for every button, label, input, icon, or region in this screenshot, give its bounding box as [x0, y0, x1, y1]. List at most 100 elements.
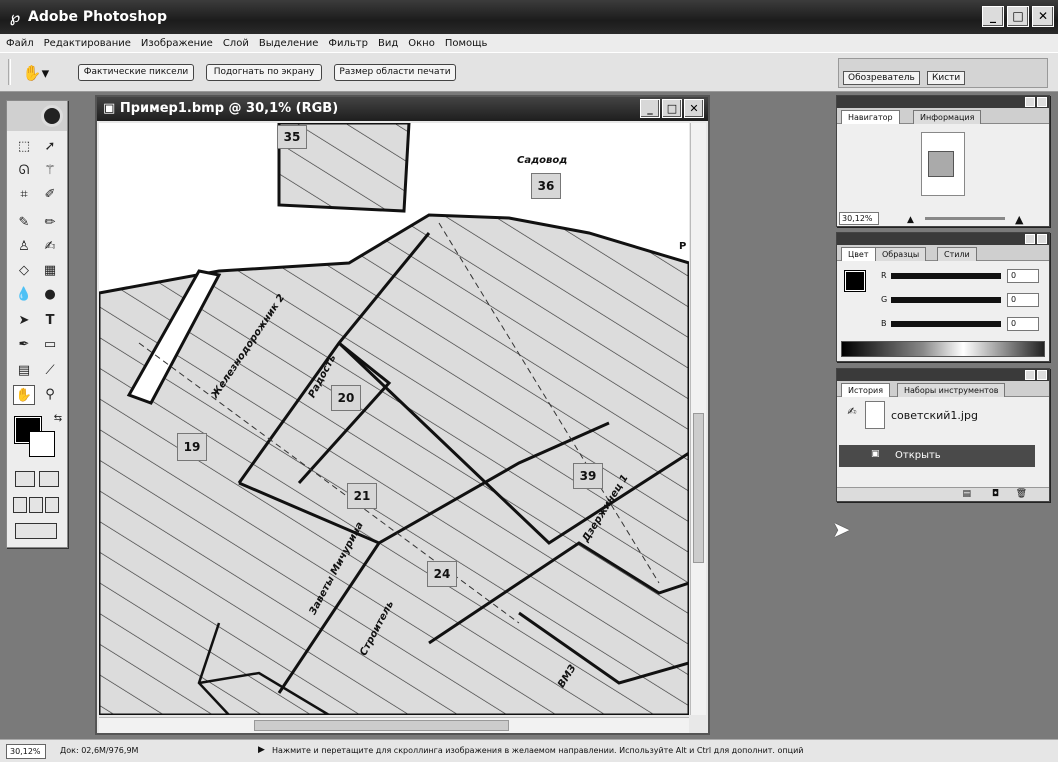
navigator-close-button[interactable]: [1037, 97, 1047, 107]
clone-stamp-tool-icon[interactable]: ♙: [13, 237, 35, 257]
navigator-thumbnail[interactable]: [921, 132, 965, 196]
history-source-brush-icon[interactable]: ✍: [841, 405, 863, 423]
pen-tool-icon[interactable]: ✒: [13, 335, 35, 355]
move-tool-icon[interactable]: ➚: [39, 137, 61, 157]
tab-actions[interactable]: Наборы инструментов: [897, 383, 1006, 397]
gradient-tool-icon[interactable]: ▦: [39, 261, 61, 281]
doc-maximize-button[interactable]: □: [662, 99, 682, 118]
quick-mask-button[interactable]: [39, 471, 59, 487]
menu-help[interactable]: Помощь: [445, 38, 488, 49]
doc-minimize-button[interactable]: _: [640, 99, 660, 118]
screen-mode-full-menu-button[interactable]: [29, 497, 43, 513]
color-fg-swatch[interactable]: [844, 270, 866, 292]
type-tool-icon[interactable]: T: [39, 311, 61, 331]
close-button[interactable]: ✕: [1032, 6, 1054, 27]
history-brush-tool-icon[interactable]: ✍: [39, 237, 61, 257]
trash-icon[interactable]: 🗑: [1016, 489, 1027, 499]
zoom-out-icon[interactable]: ▲: [907, 215, 914, 225]
tab-history[interactable]: История: [841, 383, 891, 397]
tab-swatches[interactable]: Образцы: [875, 247, 927, 261]
status-arrow-icon[interactable]: ▶: [258, 745, 265, 755]
brush-tool-icon[interactable]: ✏: [39, 213, 61, 233]
screen-mode-standard-button[interactable]: [13, 497, 27, 513]
menu-select[interactable]: Выделение: [259, 38, 319, 49]
background-color-swatch[interactable]: [29, 431, 55, 457]
menu-filter[interactable]: Фильтр: [328, 38, 368, 49]
status-doc-info[interactable]: Док: 02,6M/976,9M: [60, 746, 138, 755]
menu-image[interactable]: Изображение: [141, 38, 213, 49]
history-step-open[interactable]: ▣ Открыть: [839, 445, 1035, 467]
fit-screen-button[interactable]: Подогнать по экрану: [206, 64, 322, 81]
color-minimize-button[interactable]: [1025, 234, 1035, 244]
navigator-minimize-button[interactable]: [1025, 97, 1035, 107]
vertical-scroll-thumb[interactable]: [693, 413, 704, 563]
history-minimize-button[interactable]: [1025, 370, 1035, 380]
channel-r-input[interactable]: 0: [1007, 269, 1039, 283]
menu-window[interactable]: Окно: [408, 38, 435, 49]
navigator-zoom-slider[interactable]: [925, 217, 1005, 220]
history-close-button[interactable]: [1037, 370, 1047, 380]
parcel-35-label: 35: [277, 125, 307, 149]
navigator-zoom-field[interactable]: 30,12%: [839, 212, 879, 225]
status-zoom-field[interactable]: 30,12%: [6, 744, 46, 759]
color-titlebar[interactable]: [837, 233, 1049, 245]
slice-tool-icon[interactable]: ✐: [39, 185, 61, 205]
channel-g-slider[interactable]: [891, 297, 1001, 303]
adobe-online-icon[interactable]: [41, 105, 63, 127]
doc-close-button[interactable]: ✕: [684, 99, 704, 118]
dodge-tool-icon[interactable]: ●: [39, 285, 61, 305]
jump-to-imageready-button[interactable]: [15, 523, 57, 539]
standard-mode-button[interactable]: [15, 471, 35, 487]
document-horizontal-scrollbar[interactable]: [99, 717, 689, 733]
menu-view[interactable]: Вид: [378, 38, 398, 49]
tab-color[interactable]: Цвет: [841, 247, 876, 261]
blur-tool-icon[interactable]: 💧: [13, 285, 35, 305]
image-canvas[interactable]: 35 Садовод 36 Р 20 19 21 39 24 Радость Ж…: [99, 123, 689, 715]
hand-tool-icon[interactable]: ✋: [13, 385, 35, 405]
tab-file-browser[interactable]: Обозреватель: [843, 71, 920, 85]
minimize-button[interactable]: _: [982, 6, 1004, 27]
color-ramp[interactable]: [841, 341, 1045, 357]
navigator-titlebar[interactable]: [837, 96, 1049, 108]
color-close-button[interactable]: [1037, 234, 1047, 244]
print-size-button[interactable]: Размер области печати: [334, 64, 456, 81]
channel-b-input[interactable]: 0: [1007, 317, 1039, 331]
channel-r-slider[interactable]: [891, 273, 1001, 279]
zoom-tool-icon[interactable]: ⚲: [39, 385, 61, 405]
swap-colors-icon[interactable]: ⇆: [47, 409, 69, 429]
path-selection-tool-icon[interactable]: ➤: [13, 311, 35, 331]
eyedropper-tool-icon[interactable]: ⟋: [39, 361, 61, 381]
shape-tool-icon[interactable]: ▭: [39, 335, 61, 355]
maximize-button[interactable]: □: [1007, 6, 1029, 27]
history-snapshot-name[interactable]: советский1.jpg: [891, 409, 978, 422]
lasso-tool-icon[interactable]: ᘏ: [13, 161, 35, 181]
eraser-tool-icon[interactable]: ◇: [13, 261, 35, 281]
document-vertical-scrollbar[interactable]: [690, 123, 706, 715]
screen-mode-full-button[interactable]: [45, 497, 59, 513]
document-title[interactable]: ▣ Пример1.bmp @ 30,1% (RGB) _ □ ✕: [97, 97, 708, 121]
new-snapshot-icon[interactable]: ◘: [992, 489, 999, 499]
new-document-icon[interactable]: ▤: [962, 489, 971, 499]
tab-navigator[interactable]: Навигатор: [841, 110, 900, 124]
crop-tool-icon[interactable]: ⌗: [13, 185, 35, 205]
magic-wand-tool-icon[interactable]: ⚚: [39, 161, 61, 181]
notes-tool-icon[interactable]: ▤: [13, 361, 35, 381]
menu-layer[interactable]: Слой: [223, 38, 249, 49]
horizontal-scroll-thumb[interactable]: [254, 720, 509, 731]
tab-styles[interactable]: Стили: [937, 247, 977, 261]
actual-pixels-button[interactable]: Фактические пиксели: [78, 64, 194, 81]
marquee-tool-icon[interactable]: ⬚: [13, 137, 35, 157]
history-titlebar[interactable]: [837, 369, 1049, 381]
tab-brushes[interactable]: Кисти: [927, 71, 966, 85]
menu-file[interactable]: Файл: [6, 38, 34, 49]
zoom-in-icon[interactable]: ▲: [1015, 213, 1023, 226]
healing-brush-tool-icon[interactable]: ✎: [13, 213, 35, 233]
tab-info[interactable]: Информация: [913, 110, 982, 124]
navigator-view-box[interactable]: [928, 151, 954, 177]
channel-b-slider[interactable]: [891, 321, 1001, 327]
hand-tool-preset-icon[interactable]: ✋▾: [22, 62, 50, 84]
options-grip[interactable]: [8, 59, 11, 85]
menu-edit[interactable]: Редактирование: [44, 38, 131, 49]
channel-g-input[interactable]: 0: [1007, 293, 1039, 307]
toolbox-header[interactable]: [7, 101, 67, 131]
